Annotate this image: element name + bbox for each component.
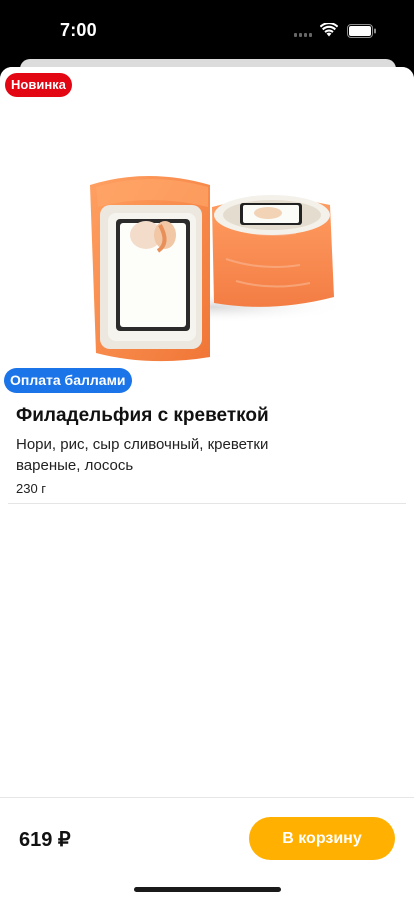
add-to-cart-button[interactable]: В корзину xyxy=(249,817,395,860)
status-time: 7:00 xyxy=(60,20,97,40)
product-weight: 230 г xyxy=(16,481,47,496)
product-description: Нори, рис, сыр сливочный, креветки варен… xyxy=(16,436,269,474)
badge-pay-with-points: Оплата баллами xyxy=(4,368,132,393)
status-bar: 7:00 xyxy=(0,0,414,62)
product-price: 619 ₽ xyxy=(19,829,71,851)
screen: 7:00 Новинка Оплата баллами Филадельфия … xyxy=(0,0,414,900)
cellular-signal-icon xyxy=(294,31,314,37)
divider xyxy=(8,503,406,504)
product-image: Новинка xyxy=(0,67,414,382)
badge-new: Новинка xyxy=(5,73,72,97)
product-sheet: Новинка Оплата баллами Филадельфия с кре… xyxy=(0,67,414,900)
wifi-icon xyxy=(320,23,338,37)
sushi-roll-image xyxy=(70,176,350,362)
product-title: Филадельфия с креветкой xyxy=(16,405,269,426)
bottom-bar: 619 ₽ В корзину xyxy=(0,797,414,900)
home-indicator[interactable] xyxy=(134,887,281,892)
battery-icon xyxy=(347,24,376,38)
